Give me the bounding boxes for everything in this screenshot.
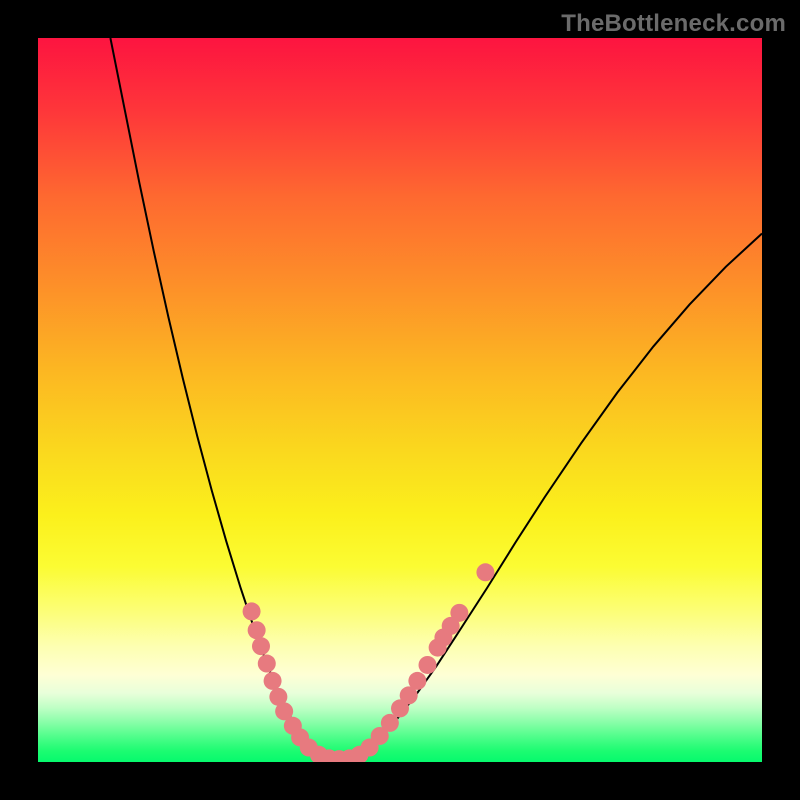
data-dot [264, 672, 282, 690]
data-dot [258, 655, 276, 673]
chart-svg [38, 38, 762, 762]
data-dot [408, 672, 426, 690]
data-dot [243, 602, 261, 620]
outer-frame: TheBottleneck.com [0, 0, 800, 800]
data-point-dots [243, 563, 495, 762]
data-dot [476, 563, 494, 581]
data-dot [252, 637, 270, 655]
data-dot [419, 656, 437, 674]
data-dot [450, 604, 468, 622]
data-dot [248, 621, 266, 639]
data-dot [381, 714, 399, 732]
attribution-watermark: TheBottleneck.com [561, 10, 786, 38]
